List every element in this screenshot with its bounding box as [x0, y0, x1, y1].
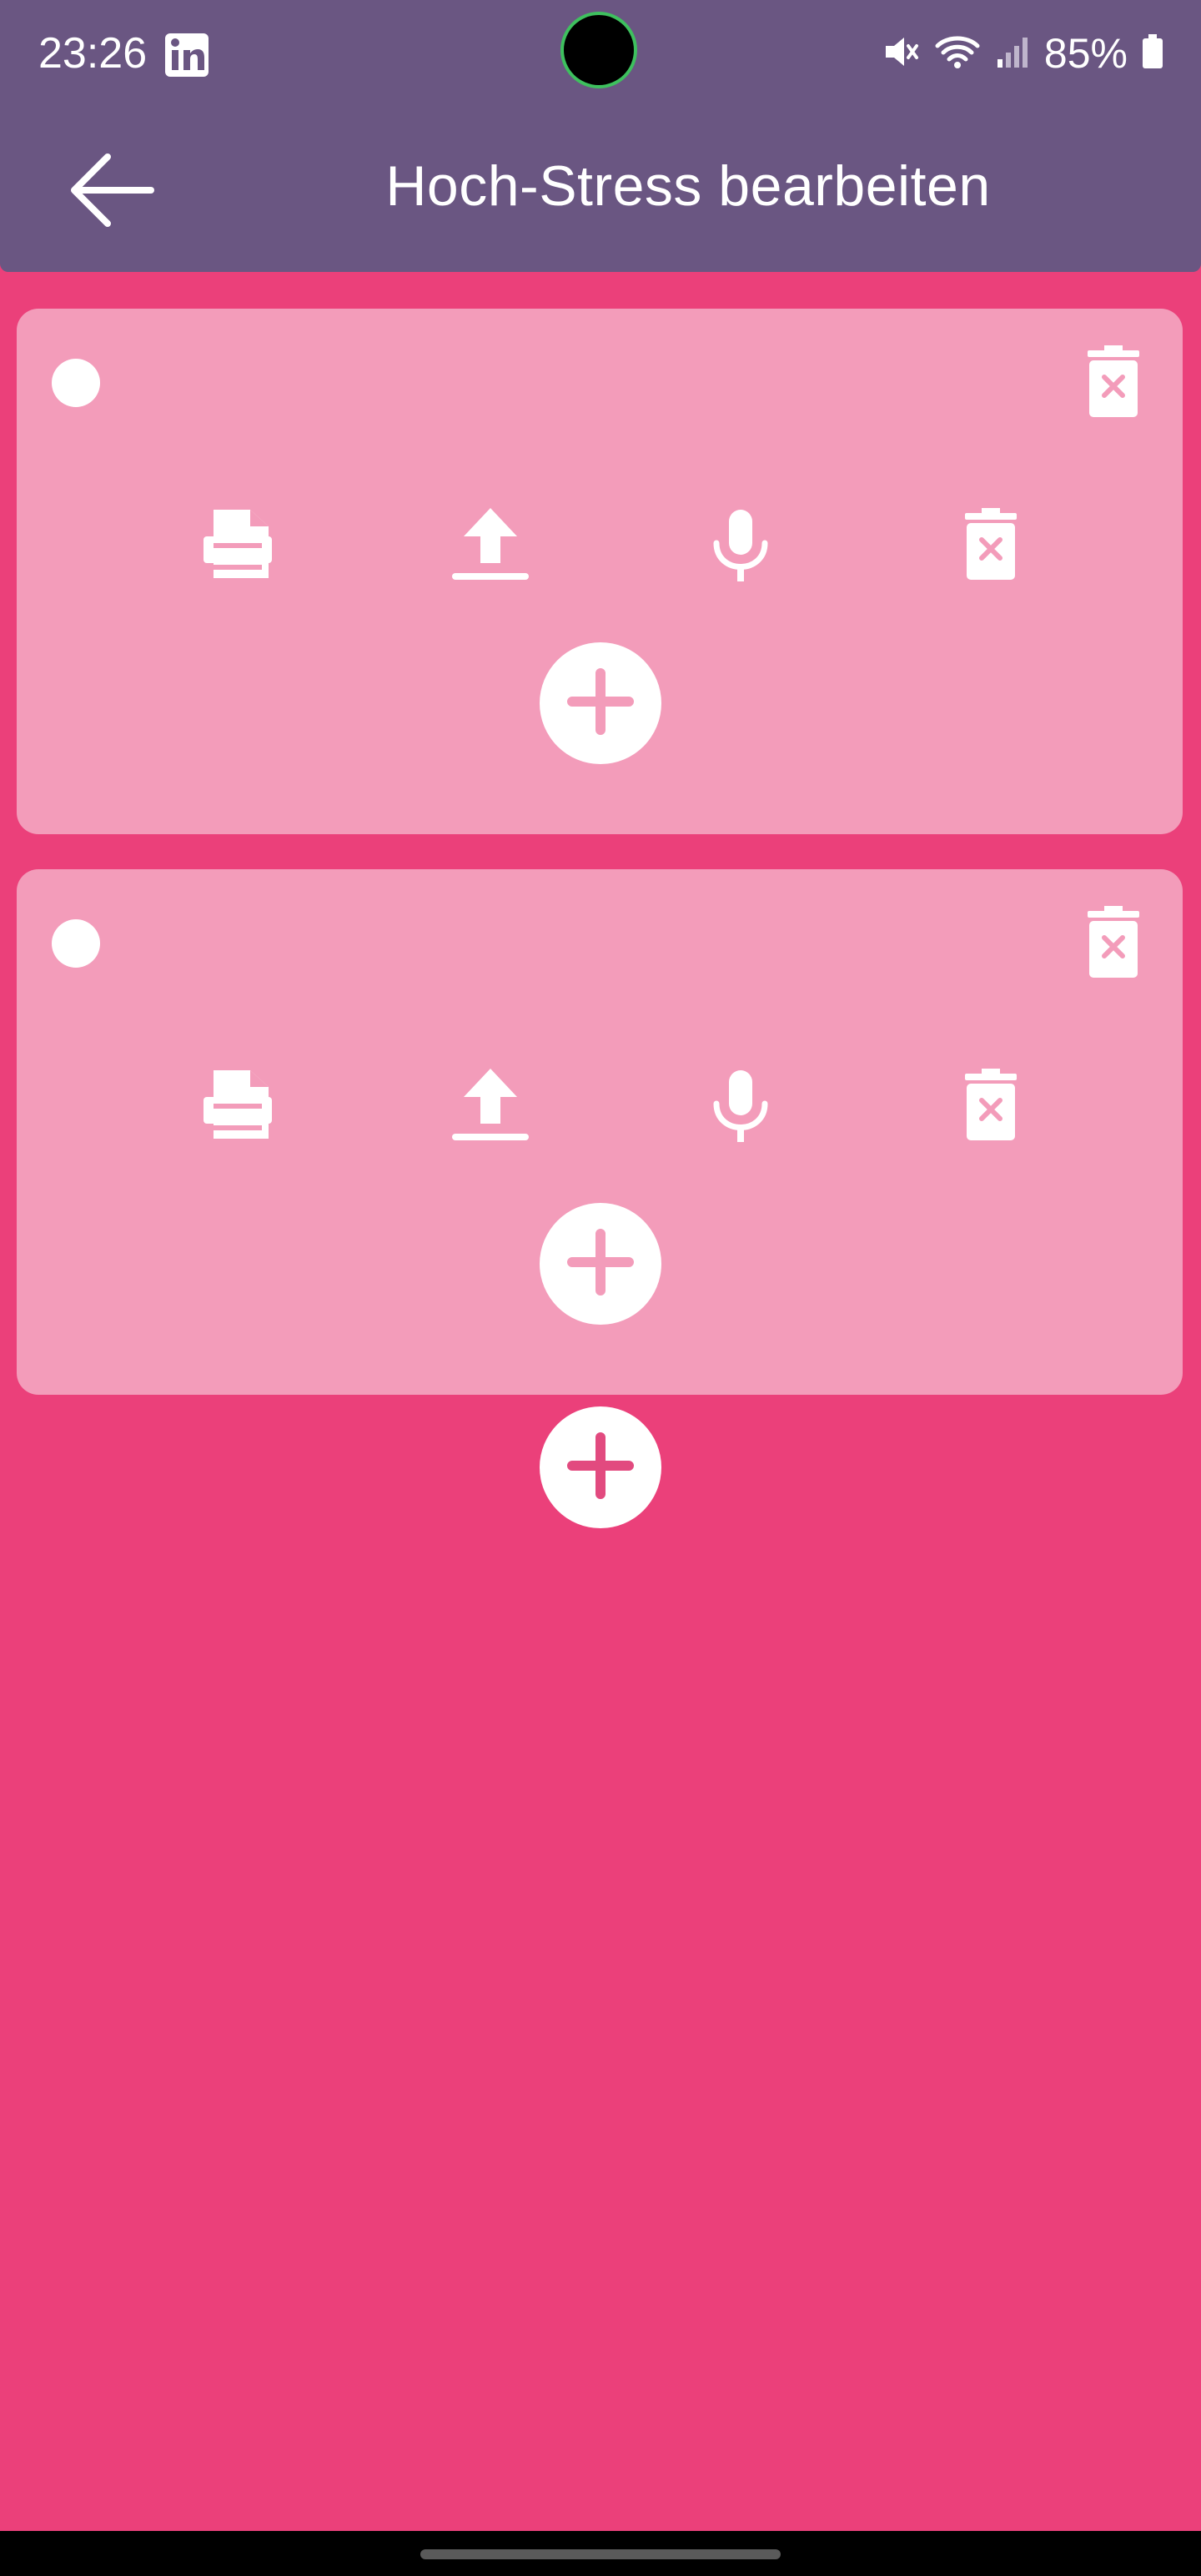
status-indicators: 85%	[882, 28, 1164, 78]
select-radio[interactable]	[52, 359, 100, 407]
microphone-icon	[711, 506, 770, 587]
battery-percent: 85%	[1043, 30, 1128, 77]
upload-icon	[450, 1065, 530, 1150]
stress-card	[17, 309, 1183, 834]
camera-cutout	[564, 15, 634, 85]
app-bar: Hoch-Stress bearbeiten	[0, 108, 1201, 272]
add-entry-button[interactable]	[540, 642, 661, 764]
trash-x-icon	[1084, 344, 1143, 425]
plus-icon	[567, 1431, 634, 1503]
wifi-icon	[934, 33, 981, 75]
linkedin-icon	[165, 33, 209, 77]
stress-card	[17, 869, 1183, 1395]
status-bar: 23:26 85%	[0, 0, 1201, 108]
home-indicator[interactable]	[420, 2549, 781, 2559]
delete-entry-button[interactable]	[945, 1061, 1037, 1153]
delete-card-button[interactable]	[1076, 342, 1151, 425]
signal-icon	[994, 33, 1031, 75]
microphone-icon	[711, 1067, 770, 1148]
plus-icon	[567, 1228, 634, 1300]
document-button[interactable]	[192, 501, 284, 592]
delete-card-button[interactable]	[1076, 903, 1151, 986]
battery-icon	[1141, 33, 1164, 75]
trash-x-icon	[1084, 904, 1143, 985]
system-nav-bar	[0, 2531, 1201, 2576]
back-button[interactable]	[52, 133, 168, 250]
microphone-button[interactable]	[695, 501, 786, 592]
status-time: 23:26	[38, 29, 148, 78]
arrow-back-icon	[64, 148, 156, 236]
add-card-button[interactable]	[540, 1406, 661, 1528]
upload-icon	[450, 505, 530, 589]
add-entry-button[interactable]	[540, 1203, 661, 1325]
document-icon	[202, 506, 274, 587]
trash-x-icon	[962, 1067, 1020, 1148]
action-row	[17, 501, 1183, 592]
microphone-button[interactable]	[695, 1061, 786, 1153]
page-title: Hoch-Stress bearbeiten	[385, 154, 991, 218]
action-row	[17, 1061, 1183, 1153]
trash-x-icon	[962, 506, 1020, 587]
upload-button[interactable]	[445, 501, 536, 592]
delete-entry-button[interactable]	[945, 501, 1037, 592]
mute-icon	[882, 33, 921, 75]
select-radio[interactable]	[52, 919, 100, 968]
document-icon	[202, 1067, 274, 1148]
plus-icon	[567, 667, 634, 739]
document-button[interactable]	[192, 1061, 284, 1153]
upload-button[interactable]	[445, 1061, 536, 1153]
